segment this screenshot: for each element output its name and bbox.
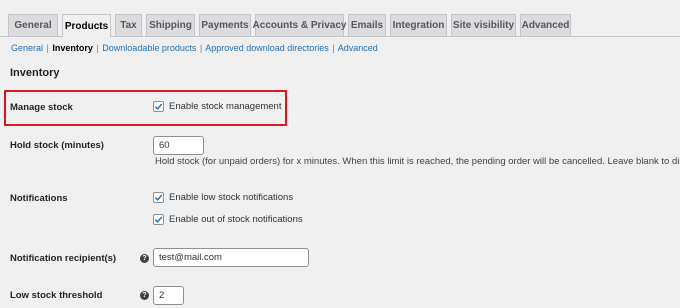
- tab-payments[interactable]: Payments: [199, 14, 251, 37]
- hold-stock-label: Hold stock (minutes): [10, 140, 104, 151]
- tab-accounts-privacy[interactable]: Accounts & Privacy: [253, 14, 346, 37]
- tab-site-visibility[interactable]: Site visibility: [451, 14, 516, 37]
- hold-stock-description: Hold stock (for unpaid orders) for x min…: [155, 156, 680, 167]
- out-of-stock-notification-checkbox[interactable]: [153, 214, 164, 225]
- subnav-separator: |: [96, 43, 99, 53]
- tab-tax[interactable]: Tax: [115, 14, 142, 37]
- out-of-stock-notification-label[interactable]: Enable out of stock notifications: [169, 214, 303, 225]
- section-subnav: General | Inventory | Downloadable produ…: [11, 43, 378, 53]
- subnav-inventory[interactable]: Inventory: [52, 43, 93, 53]
- tab-general[interactable]: General: [8, 14, 58, 37]
- hold-stock-input[interactable]: 60: [153, 136, 204, 155]
- help-icon[interactable]: ?: [140, 254, 149, 263]
- tab-integration[interactable]: Integration: [390, 14, 447, 37]
- subnav-general[interactable]: General: [11, 43, 43, 53]
- low-stock-notification-label[interactable]: Enable low stock notifications: [169, 192, 293, 203]
- notification-recipient-input[interactable]: test@mail.com: [153, 248, 309, 267]
- notification-recipient-label: Notification recipient(s): [10, 253, 117, 264]
- checkmark-icon: [154, 194, 163, 201]
- checkmark-icon: [154, 216, 163, 223]
- subnav-separator: |: [46, 43, 49, 53]
- subnav-separator: |: [199, 43, 203, 53]
- section-title: Inventory: [10, 67, 60, 79]
- tab-products[interactable]: Products: [62, 14, 111, 38]
- subnav-downloadable-products[interactable]: Downloadable products: [102, 43, 196, 53]
- low-stock-notification-row: Enable low stock notifications: [153, 192, 293, 203]
- help-icon[interactable]: ?: [140, 291, 149, 300]
- low-stock-threshold-label: Low stock threshold: [10, 290, 103, 301]
- notifications-label: Notifications: [10, 193, 68, 204]
- subnav-approved-download-directories[interactable]: Approved download directories: [205, 43, 329, 53]
- highlight-box: [4, 90, 287, 126]
- subnav-advanced[interactable]: Advanced: [338, 43, 378, 53]
- tab-advanced[interactable]: Advanced: [520, 14, 571, 37]
- settings-tab-bar: General Products Tax Shipping Payments A…: [0, 0, 680, 38]
- low-stock-notification-checkbox[interactable]: [153, 192, 164, 203]
- low-stock-threshold-input[interactable]: 2: [153, 286, 184, 305]
- out-of-stock-notification-row: Enable out of stock notifications: [153, 214, 303, 225]
- subnav-separator: |: [332, 43, 335, 53]
- tab-emails[interactable]: Emails: [348, 14, 386, 37]
- tab-shipping[interactable]: Shipping: [146, 14, 195, 37]
